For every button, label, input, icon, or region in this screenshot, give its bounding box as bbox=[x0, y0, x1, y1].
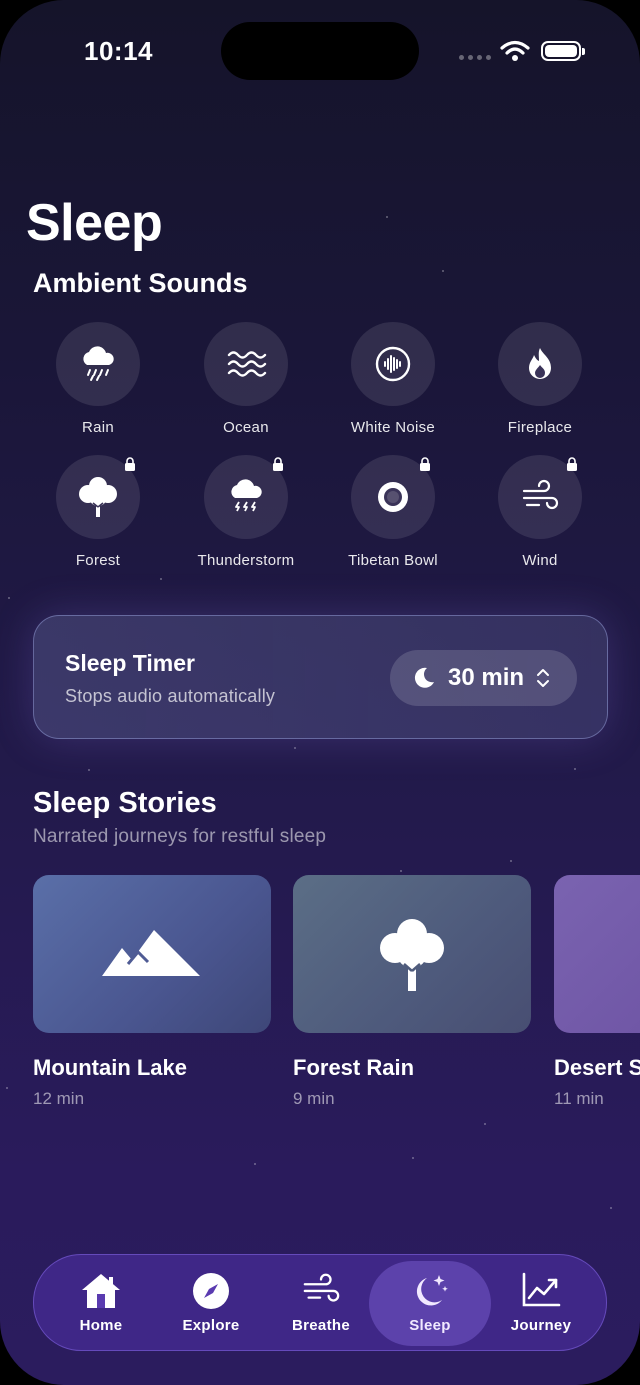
tab-explore[interactable]: Explore bbox=[156, 1255, 266, 1352]
tab-sleep[interactable]: Sleep bbox=[369, 1261, 491, 1346]
wifi-icon bbox=[500, 40, 530, 61]
ambient-sounds-title: Ambient Sounds bbox=[33, 268, 248, 298]
lock-icon bbox=[420, 457, 430, 471]
story-duration: 11 min bbox=[554, 1089, 604, 1108]
sleep-screen: 10:14 Sleep Ambient Sounds Rain Ocean Wh… bbox=[0, 0, 640, 1385]
sound-label: Wind bbox=[522, 552, 558, 569]
sound-thunderstorm[interactable]: Thunderstorm bbox=[172, 455, 320, 569]
sleep-timer-title: Sleep Timer bbox=[65, 650, 195, 676]
chart-up-icon bbox=[522, 1272, 561, 1307]
tab-label: Breathe bbox=[292, 1317, 350, 1334]
sound-tibetan-bowl[interactable]: Tibetan Bowl bbox=[319, 455, 467, 569]
chevron-up-down-icon bbox=[537, 669, 550, 687]
sleep-stories-title: Sleep Stories bbox=[33, 787, 217, 819]
story-title: Desert Stars bbox=[554, 1055, 640, 1080]
sleep-timer-picker[interactable]: 30 min bbox=[390, 650, 577, 706]
lock-icon bbox=[273, 457, 283, 471]
sleep-timer-subtitle: Stops audio automatically bbox=[65, 686, 276, 706]
moon-stars-icon bbox=[416, 1275, 448, 1306]
wind-icon bbox=[522, 479, 559, 510]
sound-forest[interactable]: Forest bbox=[24, 455, 172, 569]
sound-label: Tibetan Bowl bbox=[348, 552, 438, 569]
lock-icon bbox=[567, 457, 577, 471]
tab-label: Home bbox=[79, 1317, 123, 1334]
wind-icon bbox=[303, 1273, 340, 1302]
sleep-timer-value: 30 min bbox=[448, 664, 525, 691]
cellular-signal-icon bbox=[459, 55, 491, 60]
dynamic-island bbox=[221, 22, 419, 80]
moon-icon bbox=[414, 667, 434, 688]
tab-label: Explore bbox=[182, 1317, 240, 1334]
storm-cloud-icon bbox=[231, 479, 262, 512]
sound-wind[interactable]: Wind bbox=[466, 455, 614, 569]
mountains-icon bbox=[102, 930, 200, 976]
sound-label: Ocean bbox=[223, 419, 269, 436]
lock-icon bbox=[125, 457, 135, 471]
sound-white-noise[interactable]: White Noise bbox=[319, 322, 467, 436]
sleep-timer-card: Sleep Timer Stops audio automatically 30… bbox=[33, 615, 608, 739]
sleep-stories-subtitle: Narrated journeys for restful sleep bbox=[33, 826, 327, 847]
story-duration: 9 min bbox=[293, 1089, 335, 1108]
story-card[interactable]: Mountain Lake 12 min bbox=[33, 875, 271, 1109]
story-card[interactable]: Forest Rain 9 min bbox=[293, 875, 531, 1109]
tree-icon bbox=[380, 919, 444, 991]
sound-rain[interactable]: Rain bbox=[24, 322, 172, 436]
battery-icon bbox=[541, 41, 585, 61]
story-title: Forest Rain bbox=[293, 1055, 415, 1080]
house-icon bbox=[82, 1274, 120, 1308]
sound-label: Thunderstorm bbox=[197, 552, 295, 569]
tab-home[interactable]: Home bbox=[46, 1255, 156, 1352]
sound-label: Fireplace bbox=[507, 419, 573, 436]
sound-label: Rain bbox=[81, 419, 115, 436]
tab-label: Sleep bbox=[409, 1317, 451, 1334]
tree-icon bbox=[79, 477, 117, 517]
bowl-icon bbox=[378, 482, 408, 512]
story-duration: 12 min bbox=[33, 1089, 85, 1108]
waveform-icon bbox=[375, 346, 411, 382]
rain-cloud-icon bbox=[83, 346, 114, 381]
compass-icon bbox=[193, 1273, 229, 1309]
status-time: 10:14 bbox=[84, 36, 153, 66]
sound-fireplace[interactable]: Fireplace bbox=[466, 322, 614, 436]
tab-breathe[interactable]: Breathe bbox=[266, 1255, 376, 1352]
waves-icon bbox=[227, 351, 267, 377]
sound-label: White Noise bbox=[350, 419, 436, 436]
tab-bar: Home Explore Breathe Sleep Journey bbox=[33, 1254, 607, 1351]
tab-label: Journey bbox=[510, 1317, 572, 1334]
sound-ocean[interactable]: Ocean bbox=[172, 322, 320, 436]
page-title: Sleep bbox=[26, 194, 163, 252]
story-title: Mountain Lake bbox=[33, 1055, 188, 1080]
sound-label: Forest bbox=[75, 552, 121, 569]
tab-journey[interactable]: Journey bbox=[486, 1255, 596, 1352]
story-card[interactable]: Desert Stars 11 min bbox=[554, 875, 640, 1109]
flame-icon bbox=[529, 348, 551, 379]
